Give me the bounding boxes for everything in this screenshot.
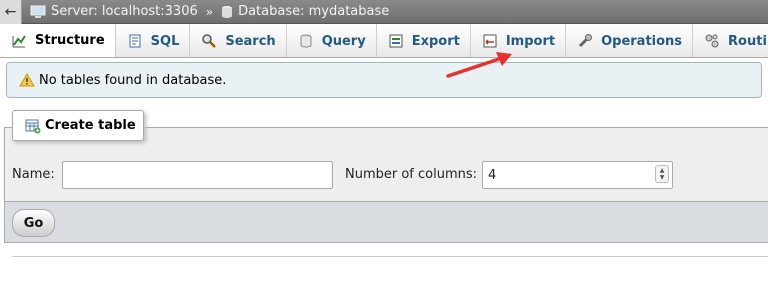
number-of-columns-input[interactable] — [482, 161, 673, 189]
number-of-columns-label: Number of columns: — [345, 167, 478, 182]
routines-icon — [705, 34, 719, 48]
tab-bar: Structure SQL Search Query Export Import… — [0, 24, 768, 58]
no-tables-notice: No tables found in database. — [6, 62, 762, 98]
tab-sql[interactable]: SQL — [115, 24, 191, 57]
breadcrumb-database[interactable]: Database: mydatabase — [221, 4, 389, 19]
database-icon — [222, 5, 233, 18]
table-add-icon — [25, 119, 41, 133]
back-arrow-icon[interactable]: ← — [0, 0, 22, 24]
tab-structure[interactable]: Structure — [0, 24, 116, 57]
server-icon — [30, 5, 46, 18]
wrench-icon — [579, 34, 593, 48]
number-of-columns-stepper[interactable]: ▲▼ — [482, 161, 673, 189]
create-table-legend: Create table — [12, 110, 144, 141]
search-icon — [202, 34, 217, 48]
create-table-footer — [4, 202, 768, 243]
spinner-arrows-icon[interactable]: ▲ ▼ — [655, 165, 669, 183]
divider — [12, 256, 768, 257]
tab-query[interactable]: Query — [286, 24, 377, 57]
breadcrumb: ← Server: localhost:3306 » Database: myd… — [0, 0, 768, 24]
annotation-arrow — [446, 52, 512, 78]
table-name-label: Name: — [12, 167, 55, 182]
breadcrumb-server[interactable]: Server: localhost:3306 — [30, 4, 198, 19]
warning-icon — [19, 73, 35, 87]
export-icon — [389, 34, 403, 48]
query-icon — [300, 34, 312, 48]
structure-icon — [12, 34, 26, 47]
table-name-input[interactable] — [62, 161, 333, 189]
tab-search[interactable]: Search — [190, 24, 287, 57]
sql-icon — [129, 34, 141, 48]
go-button[interactable]: Go — [12, 209, 55, 237]
tab-routines[interactable]: Routi — [693, 24, 768, 57]
tab-operations[interactable]: Operations — [566, 24, 694, 57]
breadcrumb-separator: » — [205, 4, 214, 19]
